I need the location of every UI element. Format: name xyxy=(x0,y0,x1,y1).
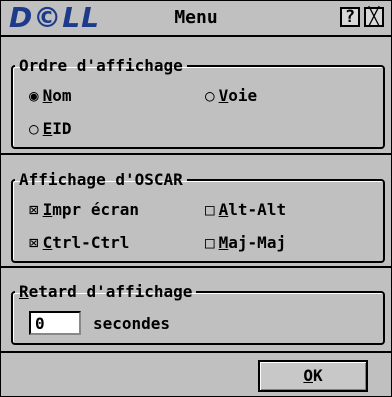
checkbox-unchecked-icon: □ xyxy=(205,233,215,252)
radio-voie[interactable]: ○ Voie xyxy=(205,87,257,105)
checkbox-ctrl-ctrl[interactable]: ⊠ Ctrl-Ctrl xyxy=(29,234,129,252)
section-divider xyxy=(1,153,391,155)
radio-empty-icon: ○ xyxy=(205,86,215,105)
seconds-label: secondes xyxy=(93,314,171,333)
radio-eid[interactable]: ○ EID xyxy=(29,120,72,138)
ok-button[interactable]: OK xyxy=(258,360,368,392)
radio-empty-icon: ○ xyxy=(29,119,39,138)
section-divider xyxy=(1,351,391,353)
display-delay-legend: Retard d'affichage xyxy=(19,282,193,301)
checkbox-checked-icon: ⊠ xyxy=(29,200,39,219)
title-bar: D©LL Menu ? ╳ xyxy=(1,1,391,37)
radio-selected-icon: ◉ xyxy=(29,86,39,105)
radio-nom[interactable]: ◉ Nom xyxy=(29,87,72,105)
delay-seconds-input[interactable]: 0 xyxy=(29,311,81,335)
section-divider xyxy=(1,266,391,268)
checkbox-maj-maj[interactable]: □ Maj-Maj xyxy=(205,234,286,252)
window-title: Menu xyxy=(174,7,218,28)
menu-window: D©LL Menu ? ╳ Ordre d'affichage ◉ Nom ○ Vo… xyxy=(0,0,392,397)
checkbox-impr-ecran[interactable]: ⊠ Impr écran xyxy=(29,201,139,219)
help-button[interactable]: ? xyxy=(340,7,360,27)
checkbox-unchecked-icon: □ xyxy=(205,200,215,219)
close-button[interactable]: ╳ xyxy=(364,7,384,27)
oscar-display-legend: Affichage d'OSCAR xyxy=(19,170,183,189)
checkbox-alt-alt[interactable]: □ Alt-Alt xyxy=(205,201,286,219)
checkbox-checked-icon: ⊠ xyxy=(29,233,39,252)
display-order-legend: Ordre d'affichage xyxy=(19,56,183,75)
